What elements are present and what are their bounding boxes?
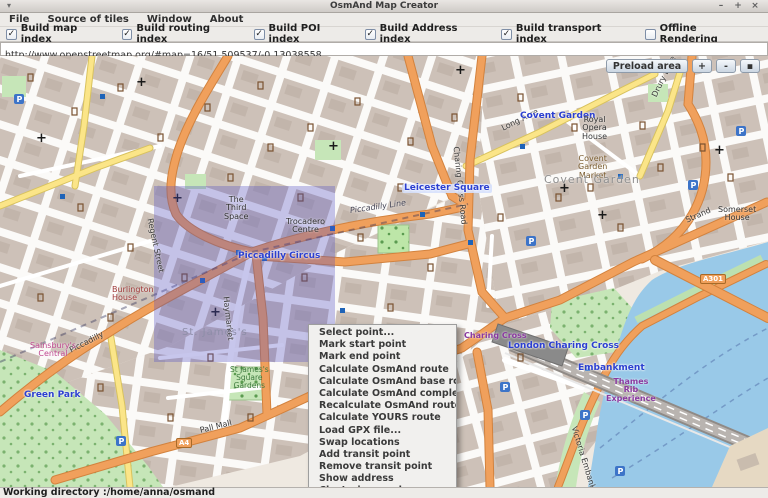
map-controls: Preload area + - ▪ [602,59,760,73]
index-options-toolbar: ✓ Build map index ✓ Build routing index … [0,27,768,42]
checkbox-box[interactable]: ✓ [254,29,265,40]
window-title: OsmAnd Map Creator [0,1,768,11]
status-bar: Working directory :/home/anna/osmand [0,487,768,498]
svg-text:P: P [691,181,697,190]
zoom-out-button[interactable]: - [716,59,736,73]
zoom-in-button[interactable]: + [692,59,712,73]
checkbox-box[interactable]: ✓ [365,29,376,40]
map-context-menu: Select point... Mark start point Mark en… [308,324,457,487]
title-bar: ▾ OsmAnd Map Creator – + × [0,0,768,13]
svg-text:+: + [714,143,725,158]
svg-text:P: P [583,411,589,420]
svg-text:+: + [136,75,147,90]
menu-item-calculate-osmand-base-route[interactable]: Calculate OsmAnd base route [309,376,456,388]
svg-text:P: P [17,95,23,104]
menu-item-calculate-yours-route[interactable]: Calculate YOURS route [309,412,456,424]
menu-item-mark-end-point[interactable]: Mark end point [309,351,456,363]
svg-text:P: P [739,127,745,136]
checkbox-box[interactable]: ✓ [501,29,512,40]
menu-item-recalculate-osmand-route[interactable]: Recalculate OsmAnd route [309,400,456,412]
svg-text:P: P [503,383,509,392]
maximize-button[interactable]: + [731,0,745,12]
svg-text:P: P [529,237,535,246]
checkbox-box[interactable]: ✓ [122,29,133,40]
svg-text:P: P [119,437,125,446]
minimize-button[interactable]: – [714,0,728,12]
close-button[interactable]: × [748,0,762,12]
svg-text:+: + [455,63,466,78]
road-badge-a4: A4 [176,438,192,448]
svg-text:P: P [618,467,624,476]
app-window: ▾ OsmAnd Map Creator – + × File Source o… [0,0,768,498]
menu-item-remove-transit-point[interactable]: Remove transit point [309,461,456,473]
road-badge-a301: A301 [700,274,726,284]
menu-item-calculate-osmand-route[interactable]: Calculate OsmAnd route [309,364,456,376]
menu-item-mark-start-point[interactable]: Mark start point [309,339,456,351]
menu-item-add-transit-point[interactable]: Add transit point [309,449,456,461]
map-area: P P P P P P P P P P +++ +++ +++ [0,56,768,487]
menu-item-clustering-roads[interactable]: Clustering roads [309,485,456,487]
menu-item-load-gpx-file[interactable]: Load GPX file... [309,425,456,437]
extra-map-button[interactable]: ▪ [740,59,760,73]
svg-text:+: + [328,139,339,154]
svg-text:+: + [597,208,608,223]
checkbox-box[interactable]: ✓ [6,29,17,40]
menu-item-calculate-osmand-complex-route[interactable]: Calculate OsmAnd complex route [309,388,456,400]
menu-item-select-point[interactable]: Select point... [309,327,456,339]
menu-item-swap-locations[interactable]: Swap locations [309,437,456,449]
checkbox-box[interactable] [645,29,656,40]
svg-text:+: + [36,131,47,146]
preload-area-button[interactable]: Preload area [606,59,688,73]
menu-item-show-address[interactable]: Show address [309,473,456,485]
working-directory-text: Working directory :/home/anna/osmand [3,487,215,498]
url-bar [0,42,768,56]
